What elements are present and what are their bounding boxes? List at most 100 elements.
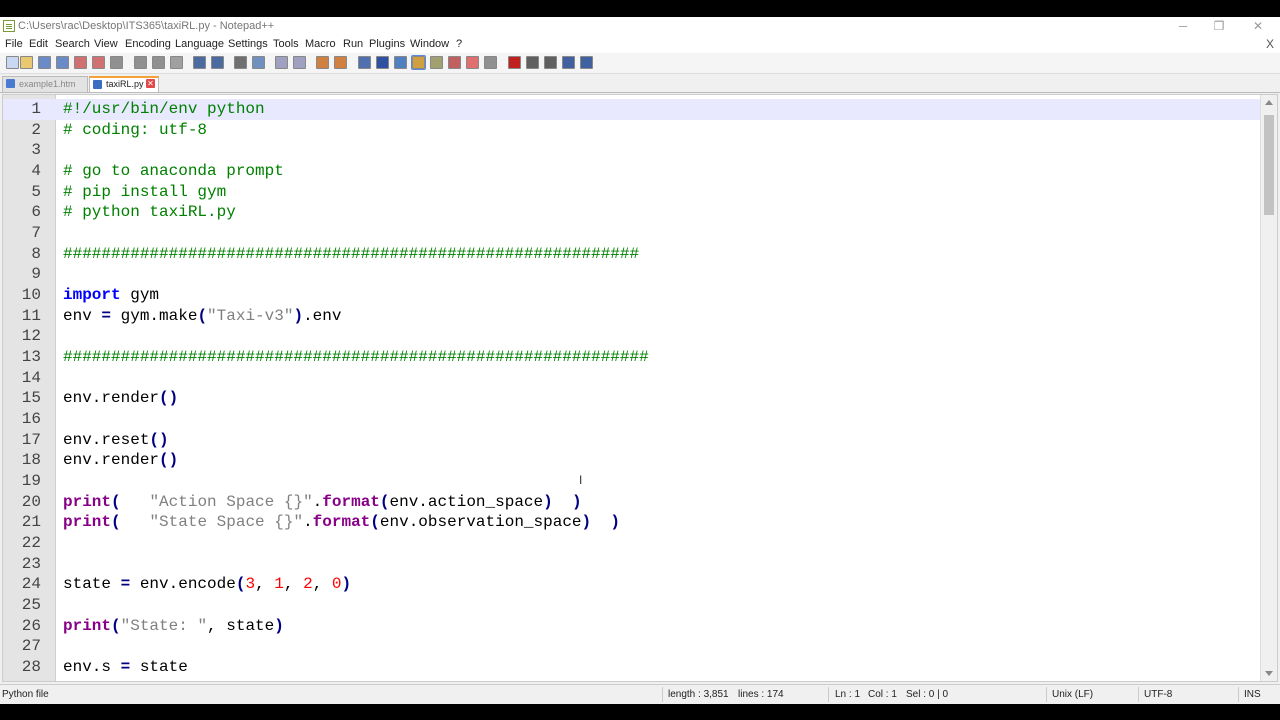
line-number: 2	[31, 120, 41, 139]
menu-edit[interactable]: Edit	[29, 38, 48, 50]
close-document-button[interactable]: X	[1266, 37, 1274, 51]
code-line[interactable]: 9	[3, 264, 1261, 285]
code-line[interactable]: 28 env.s = state	[3, 657, 1261, 678]
indent-guide-icon[interactable]	[394, 56, 407, 69]
save-macro-icon[interactable]	[580, 56, 593, 69]
menu-file[interactable]: File	[5, 38, 23, 50]
close-all-icon[interactable]	[92, 56, 105, 69]
zoom-out-icon[interactable]	[293, 56, 306, 69]
code-line[interactable]: 18 env.render()	[3, 450, 1261, 471]
code-token: import	[63, 286, 121, 305]
code-line[interactable]: 11 env = gym.make("Taxi-v3").env	[3, 306, 1261, 327]
code-line[interactable]: 6 # python taxiRL.py	[3, 202, 1261, 223]
code-token: , state	[207, 616, 275, 635]
menu-macro[interactable]: Macro	[305, 38, 336, 50]
run-macro-multi-icon[interactable]	[562, 56, 575, 69]
paste-icon[interactable]	[170, 56, 183, 69]
menu-run[interactable]: Run	[343, 38, 363, 50]
maximize-button[interactable]: ❐	[1199, 17, 1239, 36]
doc-map-icon[interactable]	[411, 55, 426, 70]
print-icon[interactable]	[110, 56, 123, 69]
line-number: 11	[21, 306, 41, 325]
line-number: 17	[21, 430, 41, 449]
open-icon[interactable]	[20, 56, 33, 69]
code-line[interactable]: 29	[3, 678, 1261, 681]
save-all-icon[interactable]	[56, 56, 69, 69]
code-line[interactable]: 12	[3, 326, 1261, 347]
menu-settings[interactable]: Settings	[228, 38, 268, 50]
code-line[interactable]: 27	[3, 636, 1261, 657]
all-chars-icon[interactable]	[376, 56, 389, 69]
code-line[interactable]: 16	[3, 409, 1261, 430]
close-tab-icon[interactable]: ✕	[146, 79, 155, 88]
tab-example1-htm[interactable]: example1.htm	[2, 76, 88, 92]
redo-icon[interactable]	[211, 56, 224, 69]
zoom-in-icon[interactable]	[275, 56, 288, 69]
monitor-icon[interactable]	[484, 56, 497, 69]
undo-icon[interactable]	[193, 56, 206, 69]
close-icon[interactable]	[74, 56, 87, 69]
saved-file-icon	[6, 79, 15, 88]
function-list-icon[interactable]	[430, 56, 443, 69]
replace-icon[interactable]	[252, 56, 265, 69]
line-number: 8	[31, 244, 41, 263]
code-text: print("State: ", state)	[63, 616, 284, 636]
code-line[interactable]: 19	[3, 471, 1261, 492]
menu-search[interactable]: Search	[55, 38, 90, 50]
code-token: (	[111, 492, 121, 511]
find-icon[interactable]	[234, 56, 247, 69]
save-icon[interactable]	[38, 56, 51, 69]
line-number: 16	[21, 410, 41, 429]
menu-encoding[interactable]: Encoding	[125, 38, 171, 50]
code-token: ,	[255, 575, 275, 594]
scroll-down-arrow-icon[interactable]	[1265, 671, 1273, 676]
status-separator	[662, 687, 663, 702]
folder-workspace-icon[interactable]	[448, 56, 461, 69]
code-line[interactable]: 14	[3, 368, 1261, 389]
cut-icon[interactable]	[134, 56, 147, 69]
code-line[interactable]: 20 print( "Action Space {}".format(env.ac…	[3, 492, 1261, 513]
line-number: 18	[21, 451, 41, 470]
code-line[interactable]: 21 print( "State Space {}".format(env.obs…	[3, 512, 1261, 533]
menu-window[interactable]: Window	[410, 38, 449, 50]
sync-h-icon[interactable]	[334, 56, 347, 69]
wrap-icon[interactable]	[358, 56, 371, 69]
minimize-button[interactable]: ─	[1163, 17, 1203, 36]
menu-view[interactable]: View	[94, 38, 118, 50]
code-line[interactable]: 22	[3, 533, 1261, 554]
code-line[interactable]: 17 env.reset()	[3, 430, 1261, 451]
code-line[interactable]: 3	[3, 140, 1261, 161]
code-line[interactable]: 23	[3, 554, 1261, 575]
code-line[interactable]: 15 env.render()	[3, 388, 1261, 409]
code-line[interactable]: 7	[3, 223, 1261, 244]
code-line[interactable]: 5 # pip install gym	[3, 182, 1261, 203]
close-window-button[interactable]: ✕	[1238, 17, 1278, 36]
code-editor[interactable]: 1 #!/usr/bin/env python 2 # coding: utf-8 3 4…	[2, 94, 1278, 682]
scrollbar-thumb[interactable]	[1264, 115, 1274, 215]
code-line[interactable]: 1 #!/usr/bin/env python	[3, 99, 1261, 120]
stop-macro-icon[interactable]	[526, 56, 539, 69]
menu-tools[interactable]: Tools	[273, 38, 299, 50]
doc-list-icon[interactable]	[466, 56, 479, 69]
copy-icon[interactable]	[152, 56, 165, 69]
vertical-scrollbar[interactable]	[1260, 95, 1277, 681]
code-token: env.render	[63, 451, 160, 470]
code-line[interactable]: 26 print("State: ", state)	[3, 616, 1261, 637]
new-icon[interactable]	[6, 56, 19, 69]
scroll-up-arrow-icon[interactable]	[1265, 100, 1273, 105]
code-token: gym.make	[111, 306, 198, 325]
code-line[interactable]: 24 state = env.encode(3, 1, 2, 0)	[3, 574, 1261, 595]
record-macro-icon[interactable]	[508, 56, 521, 69]
play-macro-icon[interactable]	[544, 56, 557, 69]
sync-v-icon[interactable]	[316, 56, 329, 69]
code-line[interactable]: 2 # coding: utf-8	[3, 120, 1261, 141]
code-line[interactable]: 13 ######################################…	[3, 347, 1261, 368]
menu-language[interactable]: Language	[175, 38, 224, 50]
code-line[interactable]: 10 import gym	[3, 285, 1261, 306]
menu-help[interactable]: ?	[456, 38, 462, 50]
tab-taxirl-py[interactable]: taxiRL.py ✕	[89, 76, 159, 92]
code-line[interactable]: 8 #######################################…	[3, 244, 1261, 265]
code-line[interactable]: 25	[3, 595, 1261, 616]
menu-plugins[interactable]: Plugins	[369, 38, 405, 50]
code-line[interactable]: 4 # go to anaconda prompt	[3, 161, 1261, 182]
